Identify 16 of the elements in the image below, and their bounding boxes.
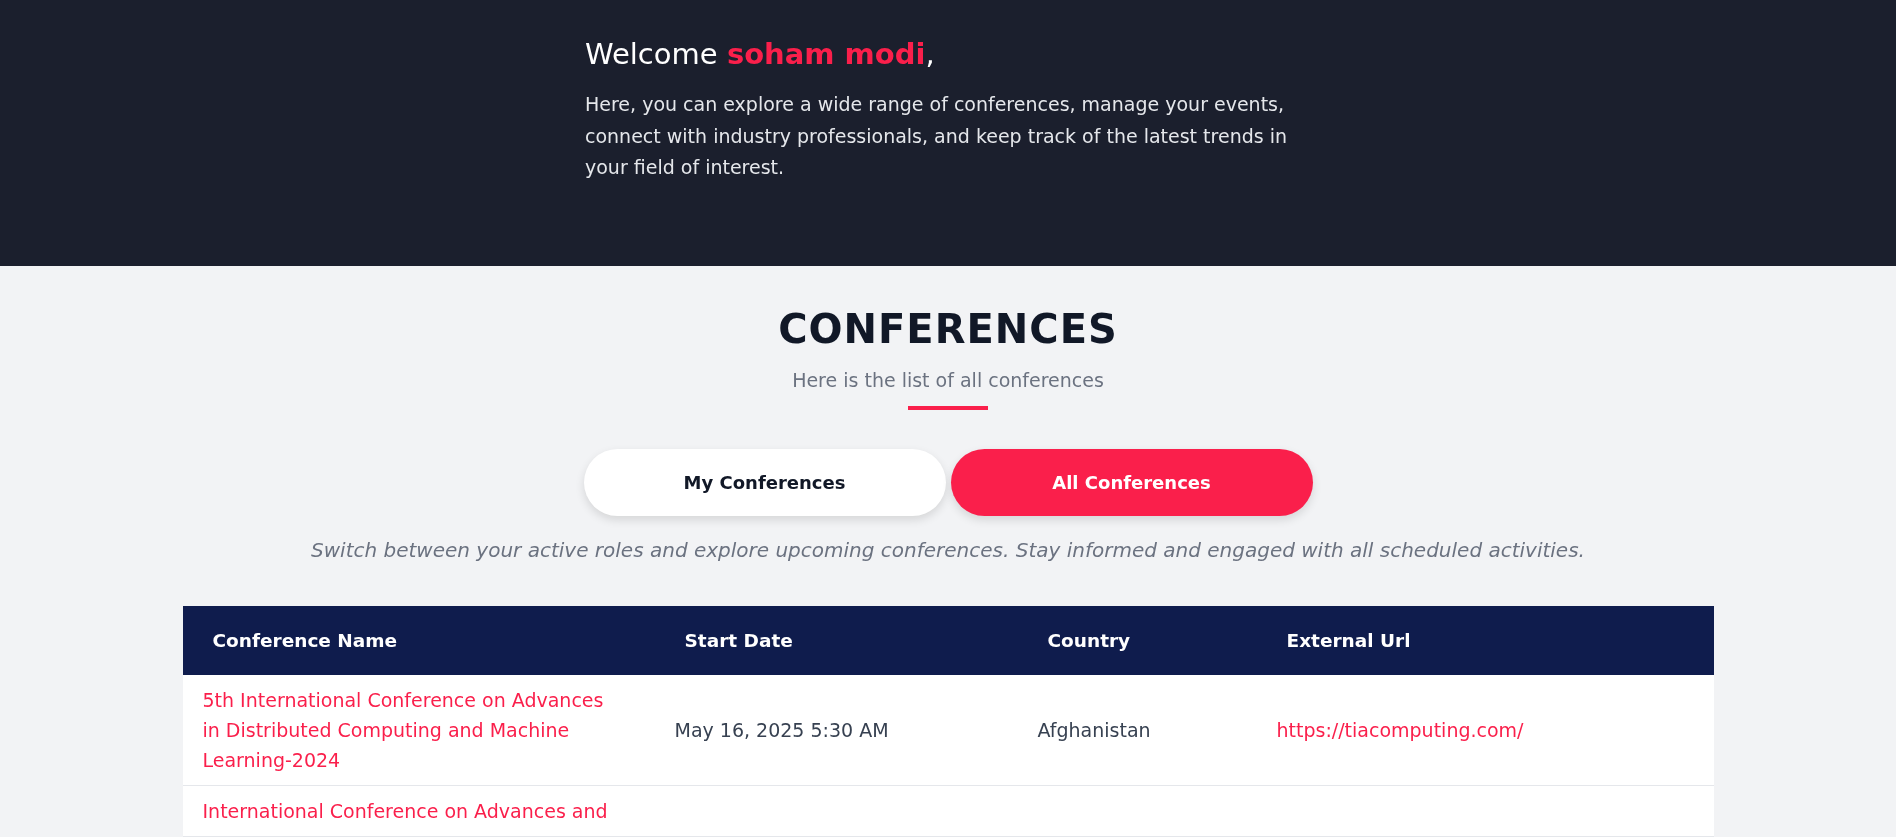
conference-tab[interactable]: My Conferences	[583, 449, 946, 516]
column-header: Country	[1047, 629, 1131, 651]
section-subtitle: Here is the list of all conferences	[791, 368, 1105, 393]
column-header: Conference Name	[212, 629, 398, 651]
country-text: Afghanistan	[1037, 719, 1151, 741]
intro-paragraph: Here, you can explore a wide range of conferences, manage your events, connect with industry professionals, and keep track of the latest trends in your field of interest.	[585, 92, 1288, 180]
section-title: CONFERENCES	[777, 305, 1119, 353]
conference-tab[interactable]: All Conferences	[950, 449, 1313, 516]
conference-name-link[interactable]: International Conference on Advances and	[202, 796, 615, 826]
external-url-link[interactable]: https://tiacomputing.com/	[1276, 719, 1524, 741]
conference-name-link[interactable]: 5th International Conference on Advances in Distributed Computing and Machine Learning-2024	[202, 685, 615, 775]
column-header: Start Date	[684, 629, 793, 651]
tab-hint-text: Switch between your active roles and explore upcoming conferences. Stay informed and engaged with all scheduled activities.	[310, 537, 1586, 564]
column-header: External Url	[1286, 629, 1411, 651]
welcome-heading: Welcome soham modi,	[585, 36, 936, 73]
start-date-text: May 16, 2025 5:30 AM	[674, 719, 889, 741]
